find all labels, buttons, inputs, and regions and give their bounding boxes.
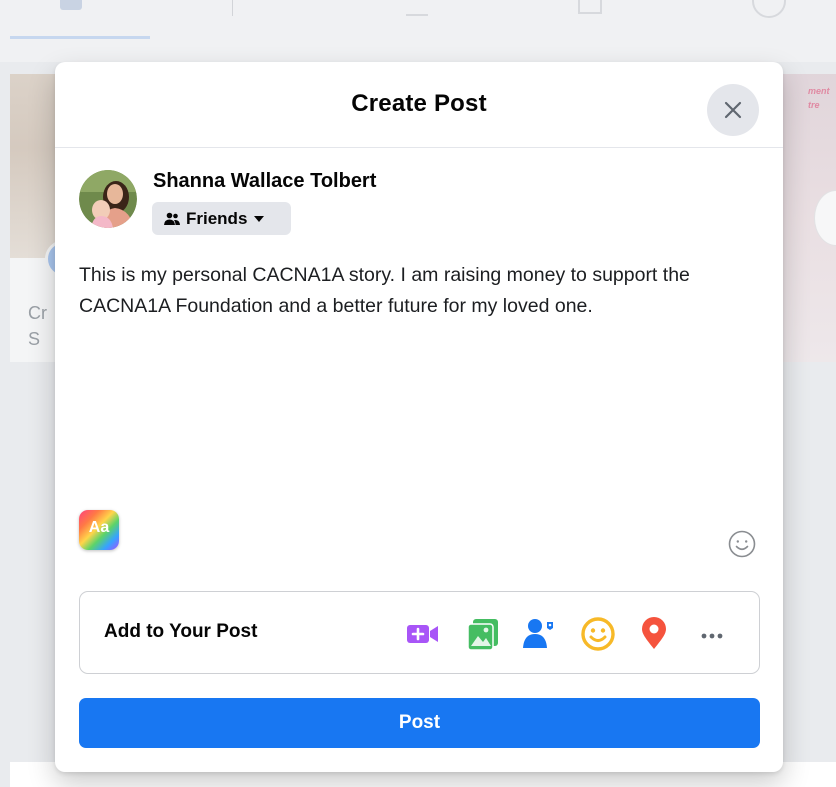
live-video-button[interactable] (405, 616, 441, 652)
background-active-tab-indicator (10, 36, 150, 39)
check-in-location-icon (642, 617, 666, 649)
tag-people-button[interactable] (521, 616, 557, 652)
check-in-button[interactable] (636, 616, 672, 652)
background-story-label: Cr S (28, 303, 47, 349)
photo-video-button[interactable] (465, 616, 501, 652)
background-home-icon (60, 0, 82, 10)
emoji-picker-button[interactable] (727, 529, 757, 559)
background-avatar-icon (752, 0, 786, 18)
smiley-outline-icon (728, 530, 756, 558)
photo-video-icon (467, 619, 498, 651)
background-story-right-text: ment tre (808, 86, 830, 110)
author-name[interactable]: Shanna Wallace Tolbert (153, 170, 376, 193)
profile-photo-icon (79, 170, 137, 228)
feeling-activity-button[interactable] (580, 616, 616, 652)
live-video-icon (407, 625, 438, 643)
close-button[interactable] (707, 84, 759, 136)
background-nav-icon (578, 0, 602, 14)
background-nav-icon (406, 2, 428, 16)
text-background-style-button[interactable]: Aa (79, 510, 119, 550)
dialog-title: Create Post (351, 90, 487, 117)
post-text-input[interactable]: This is my personal CACNA1A story. I am … (79, 260, 759, 500)
create-post-dialog: Create Post Shanna Wallace Tolbert Frien… (55, 62, 783, 772)
background-top-navigation (0, 0, 836, 62)
close-icon (724, 101, 742, 119)
tag-people-icon (523, 619, 553, 648)
add-to-post-label: Add to Your Post (104, 621, 258, 642)
add-to-post-bar: Add to Your Post (79, 591, 760, 674)
more-icon (701, 633, 723, 639)
feeling-activity-icon (581, 617, 615, 651)
avatar[interactable] (79, 170, 137, 228)
background-divider (232, 0, 233, 16)
friends-icon (164, 212, 180, 225)
audience-selector-button[interactable]: Friends (152, 202, 291, 235)
audience-label: Friends (186, 208, 248, 228)
more-options-button[interactable] (694, 616, 730, 652)
text-style-label: Aa (88, 519, 110, 536)
dialog-header: Create Post (55, 62, 783, 148)
caret-down-icon (254, 215, 265, 222)
post-button[interactable]: Post (79, 698, 760, 748)
